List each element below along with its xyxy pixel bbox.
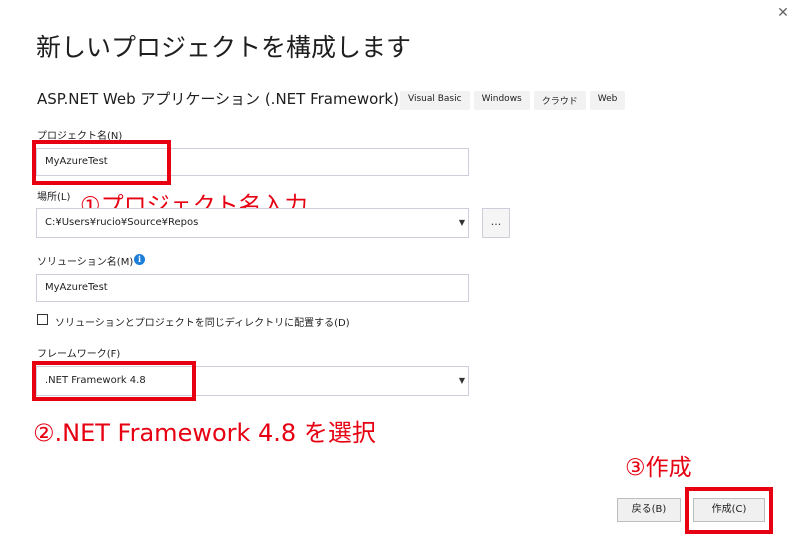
tag-visual-basic: Visual Basic [400, 91, 470, 110]
tag-web: Web [589, 91, 626, 110]
info-icon[interactable]: i [134, 254, 145, 265]
chevron-down-icon[interactable]: ▼ [459, 209, 465, 237]
location-value: C:¥Users¥rucio¥Source¥Repos [45, 217, 199, 228]
location-combo[interactable]: C:¥Users¥rucio¥Source¥Repos ▼ [36, 208, 469, 238]
same-dir-checkbox[interactable] [37, 314, 48, 325]
close-button[interactable]: ✕ [770, 2, 796, 26]
framework-label: フレームワーク(F) [37, 349, 121, 360]
chevron-down-icon[interactable]: ▼ [459, 367, 465, 395]
close-icon: ✕ [777, 5, 789, 21]
back-button[interactable]: 戻る(B) [617, 498, 681, 522]
highlight-project-name [32, 140, 171, 185]
tag-cloud: クラウド [533, 91, 586, 110]
highlight-create [685, 487, 773, 534]
location-label: 場所(L) [37, 192, 71, 203]
highlight-framework [32, 361, 196, 401]
tag-windows: Windows [473, 91, 530, 110]
solution-name-input[interactable]: MyAzureTest [36, 274, 469, 302]
template-tags: Visual Basic Windows クラウド Web [400, 91, 626, 110]
template-name: ASP.NET Web アプリケーション (.NET Framework) [37, 90, 399, 108]
annotation-step3: ③作成 [625, 455, 692, 481]
page-title: 新しいプロジェクトを構成します [36, 33, 412, 62]
same-dir-checkbox-label[interactable]: ソリューションとプロジェクトを同じディレクトリに配置する(D) [55, 314, 350, 329]
browse-button[interactable]: ... [482, 208, 510, 238]
annotation-step2: ②.NET Framework 4.8 を選択 [33, 419, 376, 447]
solution-name-label: ソリューション名(M) [37, 257, 134, 268]
